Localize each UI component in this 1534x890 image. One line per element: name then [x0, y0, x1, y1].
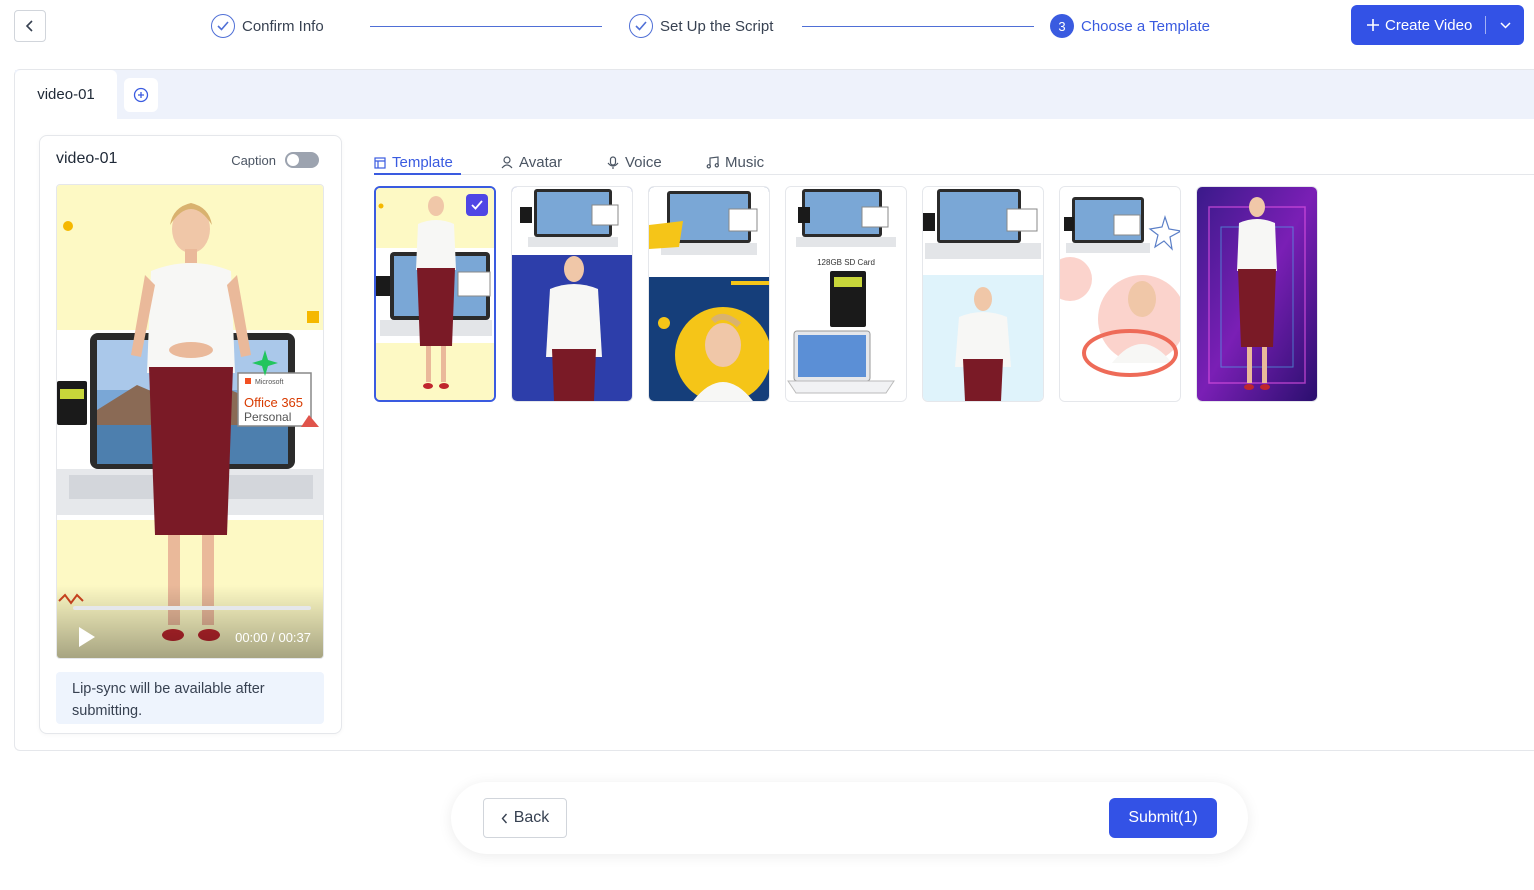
submit-button[interactable]: Submit(1): [1109, 798, 1217, 838]
progress-track[interactable]: [73, 606, 311, 610]
preview-card: video-01 Caption Microsoft Office 365 Pe…: [39, 135, 342, 734]
template-thumbnail: [376, 188, 494, 400]
template-card-5[interactable]: [922, 186, 1044, 402]
template-thumbnail: 128GB SD Card: [786, 187, 906, 401]
tab-music[interactable]: Music: [706, 154, 764, 171]
template-thumbnail: [1197, 187, 1317, 401]
footer-bar: Back Submit(1): [451, 782, 1248, 854]
office-brand: Microsoft: [255, 379, 283, 386]
playback-time: 00:00 / 00:37: [235, 630, 311, 645]
office-product: Office 365: [244, 395, 303, 410]
step-set-up-script[interactable]: Set Up the Script: [629, 14, 773, 38]
lipsync-note: Lip-sync will be available after submitt…: [56, 672, 324, 724]
template-card-1[interactable]: [374, 186, 496, 402]
caption-label: Caption: [231, 152, 276, 168]
active-tab-indicator: [374, 173, 461, 175]
template-thumbnail: [649, 187, 769, 401]
user-icon: [501, 156, 513, 169]
tab-label: Avatar: [519, 154, 563, 171]
office-edition: Personal: [244, 410, 291, 424]
tab-voice[interactable]: Voice: [607, 154, 662, 171]
tab-avatar[interactable]: Avatar: [501, 154, 562, 171]
chevron-down-icon: [1499, 21, 1511, 29]
caption-control: Caption: [231, 152, 319, 168]
tab-label: Template: [392, 154, 453, 171]
check-circle-icon: [211, 14, 235, 38]
selected-check-icon: [466, 194, 488, 216]
add-video-button[interactable]: [124, 78, 158, 112]
back-label: Back: [513, 809, 550, 826]
step-connector: [370, 26, 602, 27]
step-connector: [802, 26, 1034, 27]
plus-icon: [1367, 19, 1379, 31]
toggle-knob: [287, 154, 299, 166]
step-label: Set Up the Script: [660, 17, 774, 35]
tab-divider: [374, 174, 1534, 175]
tab-template[interactable]: Template: [374, 154, 453, 171]
caption-toggle[interactable]: [285, 152, 319, 168]
template-card-7[interactable]: [1196, 186, 1318, 402]
create-video-button[interactable]: Create Video: [1351, 5, 1524, 45]
step-confirm-info[interactable]: Confirm Info: [211, 14, 324, 38]
create-video-label: Create Video: [1385, 16, 1473, 34]
preview-scene: Microsoft Office 365 Personal 00:00 / 00…: [57, 185, 323, 658]
step-label: Confirm Info: [242, 17, 324, 35]
template-card-6[interactable]: [1059, 186, 1181, 402]
step-label: Choose a Template: [1081, 17, 1210, 35]
microphone-icon: [607, 155, 619, 169]
chevron-left-icon: [25, 20, 33, 32]
video-preview[interactable]: Microsoft Office 365 Personal 00:00 / 00…: [56, 184, 324, 659]
template-card-3[interactable]: [648, 186, 770, 402]
back-button[interactable]: Back: [483, 798, 567, 838]
template-card-4[interactable]: 128GB SD Card: [785, 186, 907, 402]
video-tab-bar: video-01: [15, 70, 1534, 119]
create-video-dropdown[interactable]: [1486, 21, 1524, 29]
editor-panel: video-01 video-01 Caption Microsoft Offi…: [14, 69, 1534, 751]
back-nav-button[interactable]: [14, 10, 46, 42]
sd-card-label: 128GB SD Card: [817, 258, 875, 267]
template-thumbnail: [1060, 187, 1180, 401]
preview-title: video-01: [56, 150, 118, 167]
plus-circle-icon: [133, 87, 149, 103]
template-card-2[interactable]: [511, 186, 633, 402]
template-thumbnail: [512, 187, 632, 401]
step-choose-template[interactable]: 3 Choose a Template: [1050, 14, 1210, 38]
tab-label: Music: [725, 154, 765, 171]
check-circle-icon: [629, 14, 653, 38]
music-note-icon: [706, 156, 719, 169]
template-thumbnail: [923, 187, 1043, 401]
tab-label: Voice: [625, 154, 662, 171]
chevron-left-icon: [501, 813, 507, 823]
template-icon: [374, 156, 386, 169]
tab-video-01[interactable]: video-01: [15, 70, 117, 119]
step-number: 3: [1050, 14, 1074, 38]
